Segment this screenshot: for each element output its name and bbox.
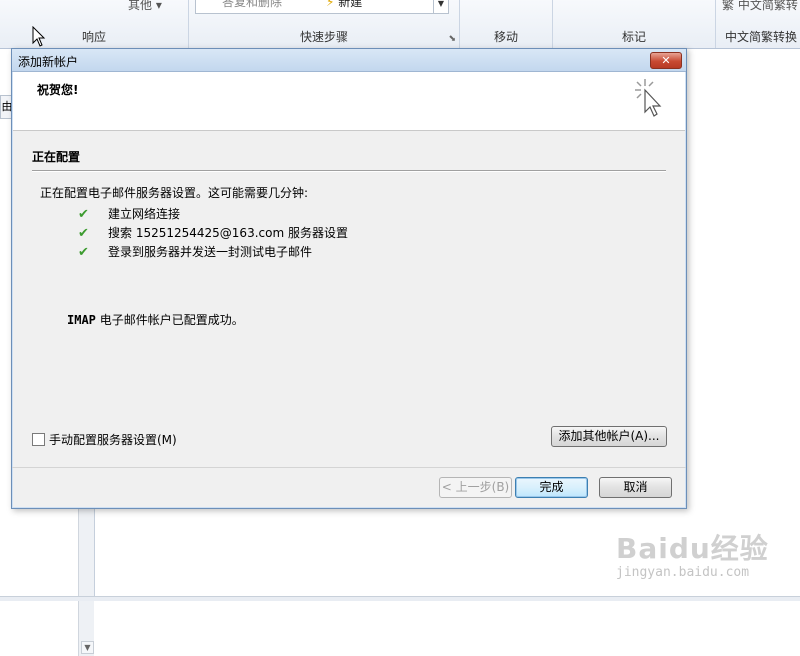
manual-config-label: 手动配置服务器设置(M)	[49, 433, 177, 447]
check-icon: ✔	[78, 207, 89, 222]
ribbon-other-label: 其他	[128, 0, 153, 12]
group-label-move: 移动	[493, 30, 518, 44]
success-text: 电子邮件帐户已配置成功。	[95, 313, 244, 327]
ribbon-group-quicksteps: 答复和删除 ⚡ 新建 ▼ 快速步骤 ⬊	[189, 0, 460, 48]
quickstep-reply-delete[interactable]: 答复和删除	[222, 0, 282, 10]
dialog-launcher-icon[interactable]: ⬊	[448, 34, 456, 44]
step-item: ✔ 建立网络连接	[78, 205, 180, 222]
manual-config-option[interactable]: 手动配置服务器设置(M)	[32, 431, 177, 448]
group-label-tags: 标记	[621, 30, 646, 44]
ribbon-group-move: 移动	[460, 0, 553, 48]
manual-config-checkbox[interactable]	[32, 433, 45, 446]
dialog-title: 添加新帐户	[18, 55, 79, 69]
check-icon: ✔	[78, 245, 89, 260]
vertical-scrollbar[interactable]: ▼	[78, 500, 94, 656]
success-protocol: IMAP	[67, 313, 96, 327]
conversion-button[interactable]: 繁 中文简繁转	[722, 0, 798, 13]
add-account-dialog: 添加新帐户 ✕ 祝贺您! 正在配置 正在配置电子邮件服务器设置。这可能需要几分钟…	[11, 48, 687, 509]
ribbon-group-tags: 标记	[553, 0, 716, 48]
group-label-respond: 响应	[81, 30, 106, 44]
baidu-watermark: Baidu经验 jingyan.baidu.com	[612, 515, 792, 585]
step-label: 搜索 15251254425@163.com 服务器设置	[108, 226, 348, 240]
scroll-down-icon[interactable]: ▼	[81, 641, 94, 654]
section-divider	[32, 170, 666, 172]
intro-text: 正在配置电子邮件服务器设置。这可能需要几分钟:	[40, 186, 309, 200]
banner-heading: 祝贺您!	[37, 83, 79, 97]
outlook-ribbon: 其他 ▾ 响应 答复和删除 ⚡ 新建 ▼ 快速步骤 ⬊ 移动 标记 繁 中文简繁…	[0, 0, 800, 49]
finish-button[interactable]: 完成	[515, 477, 588, 498]
quickstep-new[interactable]: ⚡ 新建	[326, 0, 362, 10]
step-item: ✔ 搜索 15251254425@163.com 服务器设置	[78, 224, 348, 241]
quickstep-new-label: 新建	[338, 0, 363, 9]
conversion-icon: 繁	[722, 0, 735, 12]
gallery-dropdown-arrow[interactable]: ▼	[433, 0, 448, 13]
ribbon-group-conversion: 繁 中文简繁转 中文简繁转换	[716, 0, 800, 48]
group-label-quicksteps: 快速步骤	[299, 30, 348, 44]
close-button[interactable]: ✕	[650, 52, 682, 69]
ribbon-group-respond: 其他 ▾ 响应	[0, 0, 189, 48]
dialog-titlebar[interactable]: 添加新帐户 ✕	[12, 49, 686, 72]
ribbon-other-button[interactable]: 其他 ▾	[128, 0, 162, 13]
watermark-logo-text: Baidu经验	[616, 532, 769, 565]
lightning-icon: ⚡	[326, 0, 335, 9]
watermark-url: jingyan.baidu.com	[616, 565, 750, 580]
wizard-cursor-icon	[635, 79, 662, 117]
step-label: 建立网络连接	[108, 207, 181, 221]
check-icon: ✔	[78, 226, 89, 241]
quicksteps-gallery[interactable]: 答复和删除 ⚡ 新建 ▼	[195, 0, 449, 14]
success-message: IMAP 电子邮件帐户已配置成功。	[67, 311, 244, 328]
add-other-account-button[interactable]: 添加其他帐户(A)...	[551, 426, 667, 447]
back-button[interactable]: < 上一步(B)	[439, 477, 512, 498]
close-icon: ✕	[661, 54, 671, 67]
horizontal-scrollbar[interactable]	[0, 596, 800, 601]
step-item: ✔ 登录到服务器并发送一封测试电子邮件	[78, 243, 312, 260]
step-label: 登录到服务器并发送一封测试电子邮件	[108, 245, 313, 259]
cancel-button[interactable]: 取消	[599, 477, 672, 498]
conversion-button-label: 中文简繁转	[737, 0, 798, 12]
section-title: 正在配置	[32, 150, 81, 164]
footer-divider	[12, 467, 686, 468]
dialog-banner: 祝贺您!	[13, 72, 685, 131]
group-label-conversion: 中文简繁转换	[724, 30, 797, 44]
